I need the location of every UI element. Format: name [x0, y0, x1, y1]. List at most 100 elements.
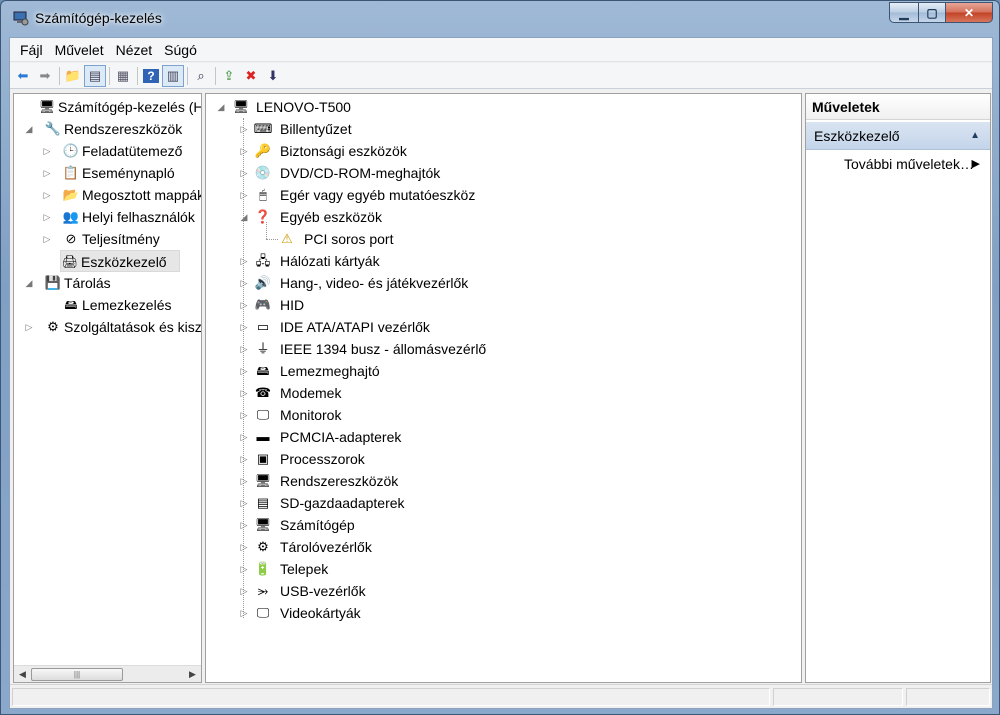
- collapsed-arrow-icon[interactable]: ▷: [239, 470, 249, 492]
- collapsed-arrow-icon[interactable]: ▷: [42, 162, 52, 184]
- up-folder-button[interactable]: 📁: [62, 65, 84, 87]
- scroll-right-arrow-icon[interactable]: ▶: [184, 666, 201, 682]
- expanded-arrow-icon[interactable]: ◢: [239, 206, 249, 228]
- collapsed-arrow-icon[interactable]: ▷: [239, 536, 249, 558]
- collapsed-arrow-icon[interactable]: ▷: [42, 140, 52, 162]
- collapsed-arrow-icon[interactable]: ▷: [239, 338, 249, 360]
- collapsed-arrow-icon[interactable]: ▷: [42, 184, 52, 206]
- display-adapter-icon: 🖵: [256, 605, 270, 620]
- show-hide-tree-button[interactable]: ▤: [84, 64, 106, 87]
- device-category[interactable]: 🖥 Rendszereszközök: [254, 470, 399, 492]
- collapsed-arrow-icon[interactable]: ▷: [239, 184, 249, 206]
- scroll-thumb[interactable]: |||: [31, 668, 123, 681]
- back-button[interactable]: ⬅: [12, 65, 34, 87]
- device-category[interactable]: ❓ Egyéb eszközök: [254, 206, 382, 228]
- device-category[interactable]: 🖱 Egér vagy egyéb mutatóeszköz: [254, 184, 475, 206]
- more-actions-link[interactable]: További műveletek…: [844, 156, 974, 172]
- device-category-label: Egér vagy egyéb mutatóeszköz: [280, 187, 476, 203]
- update-driver-icon: ⇪: [223, 67, 235, 83]
- minimize-button[interactable]: ▁: [889, 2, 918, 23]
- collapsed-arrow-icon[interactable]: ▷: [239, 448, 249, 470]
- device-category[interactable]: ▤ SD-gazdaadapterek: [254, 492, 405, 514]
- nav-tree-item[interactable]: 👥 Helyi felhasználók: [62, 206, 195, 228]
- device-category[interactable]: 🖥 Számítógép: [254, 514, 355, 536]
- menu-file[interactable]: Fájl: [14, 38, 49, 61]
- update-driver-button[interactable]: ⇪: [218, 65, 240, 87]
- collapsed-arrow-icon[interactable]: ▷: [239, 492, 249, 514]
- collapsed-arrow-icon[interactable]: ▷: [239, 118, 249, 140]
- collapsed-arrow-icon[interactable]: ▷: [239, 404, 249, 426]
- device-category[interactable]: ▭ IDE ATA/ATAPI vezérlők: [254, 316, 430, 338]
- help-button[interactable]: ?: [140, 65, 162, 87]
- device-category[interactable]: ⚙ Tárolóvezérlők: [254, 536, 372, 558]
- collapsed-arrow-icon[interactable]: ▷: [239, 250, 249, 272]
- sound-video-icon: 🔊: [254, 275, 272, 290]
- device-category[interactable]: ⏚ IEEE 1394 busz - állomásvezérlő: [254, 338, 486, 360]
- menu-action[interactable]: Művelet: [49, 38, 110, 61]
- menu-view[interactable]: Nézet: [110, 38, 159, 61]
- menu-help[interactable]: Súgó: [158, 38, 203, 61]
- device-category[interactable]: ▣ Processzorok: [254, 448, 365, 470]
- nav-tree-item[interactable]: 🖴 Lemezkezelés: [62, 294, 171, 316]
- device-category[interactable]: 🔊 Hang-, video- és játékvezérlők: [254, 272, 468, 294]
- collapsed-arrow-icon[interactable]: ▷: [24, 316, 34, 338]
- device-category[interactable]: 🖴 Lemezmeghajtó: [254, 360, 379, 382]
- collapsed-arrow-icon[interactable]: ▷: [239, 360, 249, 382]
- nav-tree-item[interactable]: 📋 Eseménynapló: [62, 162, 175, 184]
- nav-tree-item[interactable]: ⊘ Teljesítmény: [62, 228, 160, 250]
- device-category[interactable]: 🔑 Biztonsági eszközök: [254, 140, 407, 162]
- collapsed-arrow-icon[interactable]: ▷: [239, 316, 249, 338]
- device-category[interactable]: 🖵 Monitorok: [254, 404, 342, 426]
- maximize-button[interactable]: ▢: [918, 2, 945, 23]
- device-category[interactable]: 🖵 Videokártyák: [254, 602, 361, 624]
- expanded-arrow-icon[interactable]: ◢: [24, 272, 34, 294]
- shared-folders-icon: 📂: [62, 187, 80, 202]
- nav-tree-item[interactable]: 🔧 Rendszereszközök: [44, 118, 182, 140]
- forward-button[interactable]: ➡: [34, 65, 56, 87]
- nav-tree-item[interactable]: 🖥Számítógép-kezelés (Helyi): [38, 96, 201, 118]
- device-category[interactable]: 🔋 Telepek: [254, 558, 328, 580]
- device-category[interactable]: ☎ Modemek: [254, 382, 342, 404]
- uninstall-button[interactable]: ✖: [240, 65, 262, 87]
- collapse-up-icon[interactable]: ▲: [970, 130, 980, 141]
- nav-tree-item[interactable]: 📂 Megosztott mappák: [62, 184, 201, 206]
- collapsed-arrow-icon[interactable]: ▷: [239, 294, 249, 316]
- collapsed-arrow-icon[interactable]: ▷: [239, 272, 249, 294]
- device-category[interactable]: ⌨ Billentyűzet: [254, 118, 352, 140]
- nav-tree-item[interactable]: 🖨 Eszközkezelő: [60, 250, 180, 272]
- scan-hardware-button[interactable]: ⌕: [190, 65, 212, 87]
- collapsed-arrow-icon[interactable]: ▷: [239, 514, 249, 536]
- device-category[interactable]: ⭃ USB-vezérlők: [254, 580, 366, 602]
- device-item[interactable]: ⚠ PCI soros port: [278, 228, 393, 250]
- nav-tree-item[interactable]: 🕒 Feladatütemező: [62, 140, 183, 162]
- collapsed-arrow-icon[interactable]: ▷: [239, 602, 249, 624]
- collapsed-arrow-icon[interactable]: ▷: [239, 558, 249, 580]
- horizontal-scrollbar[interactable]: ◀ ||| ▶: [14, 665, 201, 682]
- collapsed-arrow-icon[interactable]: ▷: [239, 426, 249, 448]
- nav-tree-item[interactable]: ⚙ Szolgáltatások és kiszolgálóalkalmazáso…: [44, 316, 201, 338]
- collapsed-arrow-icon[interactable]: ▷: [239, 140, 249, 162]
- collapsed-arrow-icon[interactable]: ▷: [239, 580, 249, 602]
- expanded-arrow-icon[interactable]: ◢: [24, 118, 34, 140]
- collapsed-arrow-icon[interactable]: ▷: [239, 162, 249, 184]
- collapsed-arrow-icon[interactable]: ▷: [42, 228, 52, 250]
- actions-section-device-manager[interactable]: Eszközkezelő ▲: [806, 122, 990, 150]
- device-category[interactable]: 🖧 Hálózati kártyák: [254, 250, 380, 272]
- collapsed-arrow-icon[interactable]: ▷: [239, 382, 249, 404]
- scroll-left-arrow-icon[interactable]: ◀: [14, 666, 31, 682]
- device-tree-root[interactable]: 🖥 LENOVO-T500: [232, 96, 351, 118]
- device-category[interactable]: 💿 DVD/CD-ROM-meghajtók: [254, 162, 440, 184]
- close-button[interactable]: ✕: [945, 2, 993, 23]
- device-category[interactable]: ▬ PCMCIA-adapterek: [254, 426, 402, 448]
- nav-tree-item[interactable]: 💾 Tárolás: [44, 272, 111, 294]
- enable-device-button[interactable]: ⬇: [262, 65, 284, 87]
- properties-button[interactable]: ▦: [112, 65, 134, 87]
- expanded-arrow-icon[interactable]: ◢: [216, 96, 226, 118]
- device-category-label: Billentyűzet: [280, 121, 352, 137]
- device-category[interactable]: 🎮 HID: [254, 294, 304, 316]
- show-action-pane-button[interactable]: ▥: [162, 64, 184, 87]
- title-bar[interactable]: Számítógép-kezelés ▁ ▢ ✕: [1, 1, 999, 37]
- collapsed-arrow-icon[interactable]: ▷: [42, 206, 52, 228]
- device-tree-pane[interactable]: ◢ 🖥 LENOVO-T500 ▷ ⌨ Billentyűzet ▷ 🔑 Biztonsági …: [205, 93, 802, 683]
- navigation-tree-pane[interactable]: ◀ ||| ▶ 🖥Számítógép-kezelés (Helyi)◢🔧Ren…: [13, 93, 202, 683]
